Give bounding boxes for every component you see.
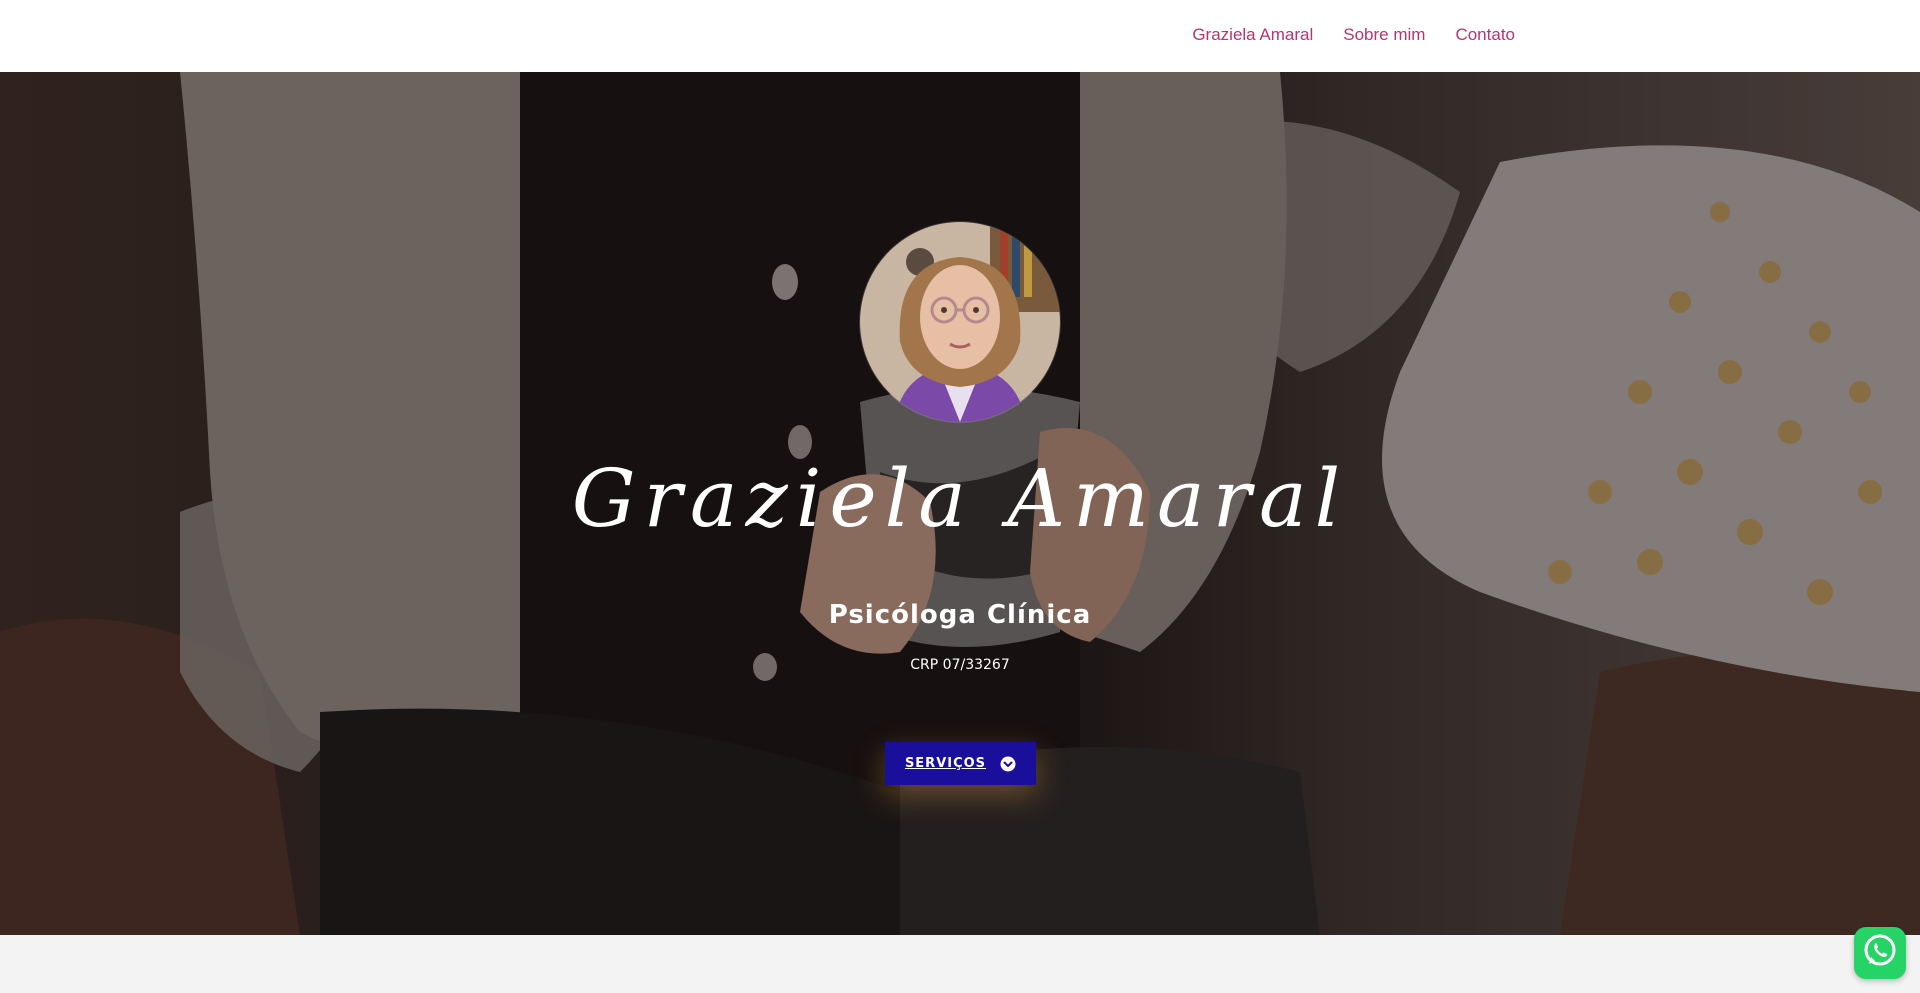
next-section-strip <box>0 935 1920 993</box>
servicos-button-label: SERVIÇOS <box>904 756 987 771</box>
top-navbar: Graziela Amaral Sobre mim Contato <box>0 0 1920 72</box>
hero-section: Graziela Amaral Psicóloga Clínica CRP 07… <box>0 72 1920 935</box>
chevron-circle-down-icon <box>1000 756 1016 772</box>
hero-name-title: Graziela Amaral <box>571 452 1349 545</box>
hero-registration-number: CRP 07/33267 <box>910 657 1010 673</box>
nav-link-graziela-amaral[interactable]: Graziela Amaral <box>1192 24 1313 46</box>
main-nav: Graziela Amaral Sobre mim Contato <box>1192 24 1515 46</box>
servicos-button[interactable]: SERVIÇOS <box>885 742 1036 785</box>
nav-link-sobre-mim[interactable]: Sobre mim <box>1343 24 1425 46</box>
hero-subtitle: Psicóloga Clínica <box>828 600 1092 630</box>
whatsapp-floating-button[interactable] <box>1854 927 1906 979</box>
whatsapp-icon <box>1860 931 1900 976</box>
profile-avatar <box>860 222 1060 422</box>
nav-link-contato[interactable]: Contato <box>1455 24 1515 46</box>
